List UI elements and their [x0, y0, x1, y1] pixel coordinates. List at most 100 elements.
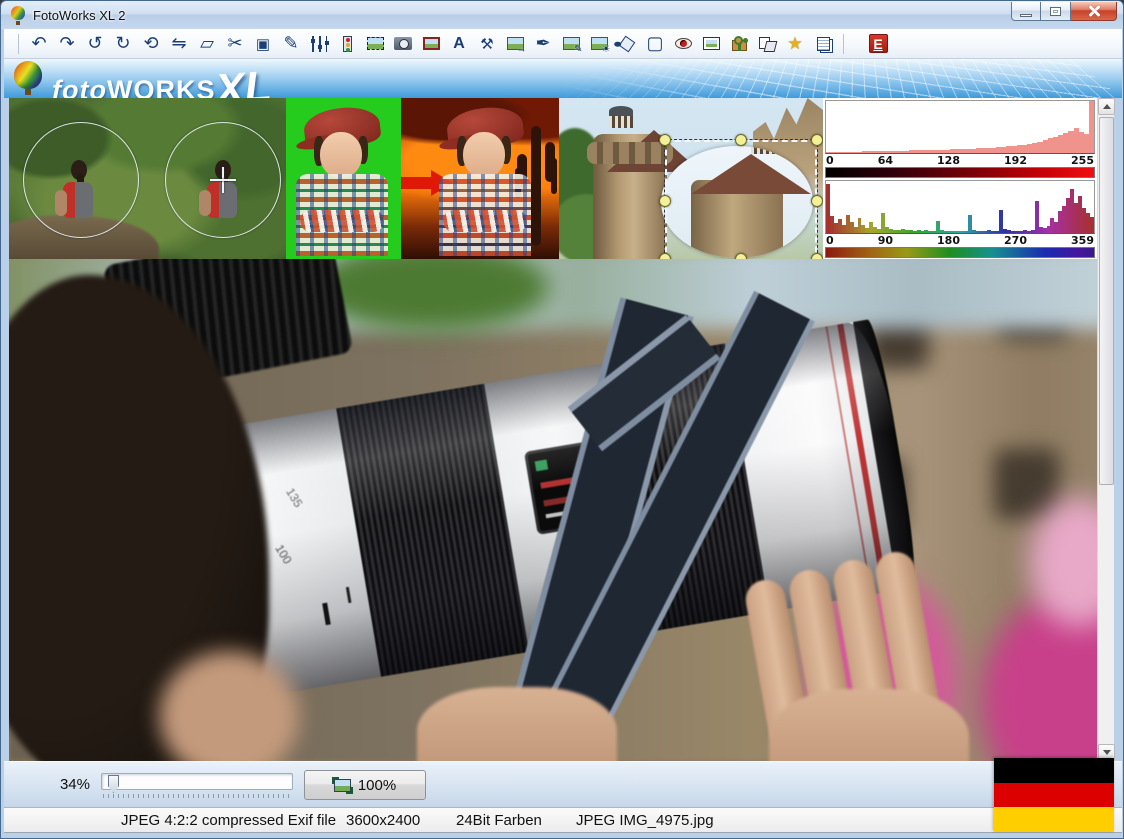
maximize-icon — [1050, 7, 1061, 16]
maximize-button[interactable] — [1041, 2, 1071, 21]
status-filename: JPEG IMG_4975.jpg — [576, 812, 714, 829]
example-strip: 0 64 128 192 255 0 90 180 270 359 — [9, 98, 1097, 259]
rotate-right-90-icon[interactable]: ↷ — [53, 32, 81, 56]
castle-tower — [593, 134, 667, 259]
color-balance-icon[interactable] — [333, 32, 361, 56]
left-hand — [417, 687, 617, 761]
fill-color-icon[interactable] — [613, 32, 641, 56]
selection-handle-nw[interactable] — [659, 134, 671, 146]
crosshair-icon — [210, 167, 236, 193]
rotate-angle-icon[interactable]: ⟲ — [137, 32, 165, 56]
insert-image-icon[interactable]: → — [501, 32, 529, 56]
status-file-format: JPEG 4:2:2 compressed Exif file — [121, 812, 336, 829]
text-tool-icon[interactable]: A — [445, 32, 473, 56]
thumbnail-greenscreen-example[interactable] — [286, 98, 401, 259]
german-flag[interactable] — [994, 758, 1114, 832]
photo-border-icon[interactable] — [417, 32, 445, 56]
zoom-slider-thumb[interactable] — [108, 775, 119, 793]
zoom-level-label: 34% — [44, 776, 90, 793]
selection-marquee[interactable] — [665, 140, 817, 259]
scroll-up-button[interactable] — [1098, 98, 1115, 115]
histogram-panel: 0 64 128 192 255 0 90 180 270 359 — [823, 98, 1097, 259]
shapes-art — [759, 37, 775, 51]
boy-figure — [290, 106, 394, 256]
selection-handle-w[interactable] — [659, 195, 671, 207]
tick-label: 180 — [937, 234, 960, 247]
boy-crossed-arms — [443, 210, 527, 232]
hiker-figure — [53, 160, 107, 234]
zoom-100-button[interactable]: 100% — [304, 770, 426, 800]
thumbnail-composite-example[interactable] — [401, 98, 559, 259]
framed-photo-icon[interactable] — [697, 32, 725, 56]
thumbnail-vignette-example[interactable] — [9, 98, 286, 259]
minimize-button[interactable] — [1011, 2, 1041, 21]
retouch-pen-icon[interactable]: ✎ — [277, 32, 305, 56]
toolbar: ↶ ↷ ↺ ↻ ⟲ ⇋ ▱ ✂ ▣ ✎ A ⚒ → ✒ ✎ ☀ ▢ ★ E — [4, 29, 1122, 59]
tower-cupola — [607, 108, 635, 132]
rotate-cw-icon[interactable]: ↻ — [109, 32, 137, 56]
status-bar: JPEG 4:2:2 compressed Exif file 3600x240… — [4, 807, 1122, 833]
rotate-ccw-icon[interactable]: ↺ — [81, 32, 109, 56]
cut-icon[interactable]: ✂ — [221, 32, 249, 56]
selection-handle-n[interactable] — [735, 134, 747, 146]
tick-label: 192 — [1004, 154, 1027, 167]
vertical-scrollbar[interactable] — [1097, 98, 1114, 761]
wireframe-grid — [542, 59, 1122, 98]
selection-handle-e[interactable] — [811, 195, 823, 207]
red-eye-icon[interactable] — [669, 32, 697, 56]
button-frame-icon[interactable]: ▢ — [641, 32, 669, 56]
favorites-icon[interactable]: ★ — [781, 32, 809, 56]
camera-icon[interactable] — [389, 32, 417, 56]
window-bottom-border — [1, 833, 1124, 839]
draw-tools-icon[interactable]: ⚒ — [473, 32, 501, 56]
photo-chip-art — [423, 37, 440, 50]
bucket-art — [619, 35, 636, 52]
close-icon — [1087, 5, 1101, 17]
sliders-art — [312, 36, 327, 52]
flag-stripe-red — [994, 783, 1114, 808]
lighting-icon[interactable]: ☀ — [585, 32, 613, 56]
camera-art — [394, 37, 412, 50]
status-dimensions: 3600x2400 — [346, 812, 420, 829]
balloon-shape — [11, 6, 25, 20]
photo-chip-art — [703, 37, 720, 50]
scrollbar-thumb[interactable] — [1099, 117, 1114, 485]
rotate-left-90-icon[interactable]: ↶ — [25, 32, 53, 56]
gift-icon[interactable] — [725, 32, 753, 56]
thumbnail-selection-example[interactable] — [559, 98, 823, 259]
selection-handle-ne[interactable] — [811, 134, 823, 146]
logo-balloon-icon — [14, 61, 44, 95]
adjust-sliders-icon[interactable] — [305, 32, 333, 56]
hue-gradient-bar — [825, 247, 1095, 258]
luminance-histogram — [825, 100, 1095, 154]
hiker-arm — [55, 190, 67, 216]
flag-stripe-black — [994, 758, 1114, 783]
tick-label: 255 — [1071, 154, 1094, 167]
brand-banner: fotoWORKSXL — [4, 59, 1122, 98]
balloon-basket — [16, 21, 20, 25]
clone-brush-icon[interactable]: ✎ — [557, 32, 585, 56]
tick-label: 128 — [937, 154, 960, 167]
crop-icon[interactable]: ▣ — [249, 32, 277, 56]
logo-foto: foto — [52, 75, 107, 98]
toolbar-separator — [18, 34, 19, 54]
pen-tool-icon[interactable]: ✒ — [529, 32, 557, 56]
photo-chip-art: ☀ — [591, 37, 608, 50]
title-bar[interactable]: FotoWorks XL 2 — [1, 1, 1124, 29]
photo-chip-art: → — [507, 37, 524, 50]
hue-ticks: 0 90 180 270 359 — [825, 234, 1095, 247]
zoom-100-label: 100% — [358, 777, 396, 794]
close-button[interactable] — [1071, 2, 1117, 21]
luminance-ticks: 0 64 128 192 255 — [825, 154, 1095, 167]
perspective-icon[interactable]: ▱ — [193, 32, 221, 56]
exif-editor-icon[interactable]: E — [864, 32, 892, 56]
select-area-icon[interactable] — [361, 32, 389, 56]
luminance-gradient-bar — [825, 167, 1095, 178]
flip-mirror-icon[interactable]: ⇋ — [165, 32, 193, 56]
logo-xl: XL — [214, 62, 274, 98]
main-image-canvas[interactable]: 100 135 — [9, 259, 1097, 761]
tick-label: 0 — [826, 234, 834, 247]
batch-icon[interactable] — [809, 32, 837, 56]
shapes-icon[interactable] — [753, 32, 781, 56]
zoom-slider[interactable] — [101, 773, 293, 790]
